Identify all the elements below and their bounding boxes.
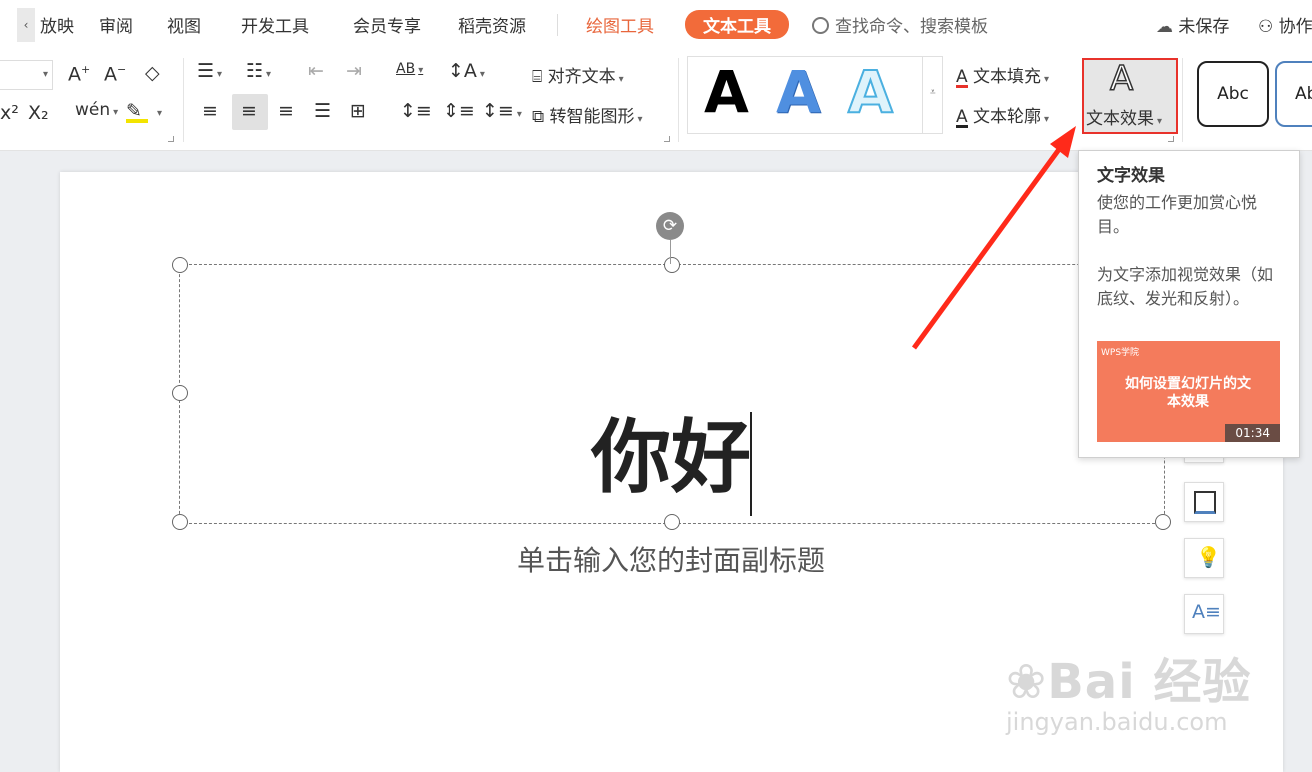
smart-shape-icon: ⧉ [532,107,545,127]
tooltip-description: 使您的工作更加赏心悦目。 [1097,193,1258,236]
ribbon: ▾ A+ A− ◇ x² X₂ wén ▾ ✎ ▾ ☰ ▾ ☷ ▾ ⇤ ⇥ AB ▾ ↕… [0,50,1312,151]
video-duration: 01:34 [1225,424,1280,442]
smart-shape-button[interactable]: ⧉ 转智能图形 ▾ [532,102,643,127]
resize-handle-left[interactable] [172,385,188,401]
bullet-list-icon[interactable]: ☰ ▾ [197,62,222,81]
video-title: 如何设置幻灯片的文本效果 [1125,376,1251,410]
wordart-preset-blue[interactable]: A [776,63,821,121]
text-cursor-icon: A≡ [1192,601,1221,623]
tab-slideshow[interactable]: 放映 [40,12,74,37]
text-fill-icon: A [956,67,968,88]
tooltip-detail: 为文字添加视觉效果（如底纹、发光和反射）。 [1097,265,1274,308]
text-direction-icon[interactable]: ↕A ▾ [448,62,485,81]
font-size-select[interactable]: ▾ [0,60,53,90]
distribute-icon[interactable]: ⊞ [350,102,366,121]
wordart-preset-outline[interactable]: A [847,62,894,122]
paw-icon: ❀ [1006,654,1048,710]
align-center-button[interactable]: ≡ [232,94,268,130]
align-right-icon[interactable]: ≡ [278,102,294,121]
wordart-preset-black[interactable]: A [704,63,749,121]
text-effect-button[interactable]: A 文本效果 ▾ [1082,58,1178,134]
resize-handle-bottom-left[interactable] [172,514,188,530]
paragraph-dialog-launcher[interactable] [664,136,670,142]
increase-font-icon[interactable]: A+ [68,64,90,84]
menu-bar: ‹ 放映 审阅 视图 开发工具 会员专享 稻壳资源 绘图工具 文本工具 查找命令… [0,0,1312,50]
annotation-arrow [911,126,1076,350]
baidu-watermark-url: jingyan.baidu.com [1006,708,1228,736]
cloud-icon: ☁ [1156,17,1173,37]
menu-divider [557,14,558,36]
text-effect-tooltip: 文字效果 使您的工作更加赏心悦目。 为文字添加视觉效果（如底纹、发光和反射）。 … [1078,150,1300,458]
side-shape-button[interactable] [1184,482,1224,522]
text-fill-label: 文本填充 [973,67,1042,87]
decrease-font-icon[interactable]: A− [104,64,126,84]
resize-handle-top-left[interactable] [172,257,188,273]
text-effect-label: 文本效果 ▾ [1086,109,1163,129]
text-fill-button[interactable]: A 文本填充 ▾ [956,62,1049,88]
tab-review[interactable]: 审阅 [99,12,133,37]
tutorial-video-thumbnail[interactable]: WPS学院 如何设置幻灯片的文本效果 01:34 [1097,341,1280,442]
tab-docer[interactable]: 稻壳资源 [458,12,526,37]
tab-text-tools[interactable]: 文本工具 [685,10,789,39]
numbered-list-icon[interactable]: ☷ ▾ [246,62,271,81]
resize-handle-top[interactable] [664,257,680,273]
align-text-icon: ⌸ [532,67,543,87]
subscript-icon[interactable]: X₂ [28,104,49,123]
superscript-icon[interactable]: x² [0,104,19,123]
text-effect-icon: A [1109,59,1134,99]
unsaved-label: 未保存 [1178,17,1230,37]
video-brand: WPS学院 [1101,348,1140,358]
collab-label: 协作 [1278,17,1312,37]
align-text-label: 对齐文本 [547,67,616,87]
justify-icon[interactable]: ☰ [314,102,331,121]
align-center-icon: ≡ [241,100,257,122]
rotate-handle-icon[interactable]: ⟳ [656,212,684,240]
user-icon: ⚇ [1258,17,1274,37]
ribbon-separator [183,58,184,142]
increase-indent-icon[interactable]: ⇥ [346,62,362,81]
clear-format-icon[interactable]: ◇ [145,64,160,83]
spacing-options-icon[interactable]: ↕≡ ▾ [482,102,522,121]
text-style-dialog-launcher[interactable] [1168,136,1174,142]
shape-style-preset-2[interactable]: Abc [1275,61,1312,127]
baidu-watermark: ❀Bai 经验 [1006,654,1252,710]
tab-member[interactable]: 会员专享 [353,12,421,37]
highlight-caret[interactable]: ▾ [157,108,162,119]
tab-developer[interactable]: 开发工具 [241,12,309,37]
search-icon [812,17,829,34]
slide-subtitle[interactable]: 单击输入您的封面副标题 [60,539,1282,579]
tab-view[interactable]: 视图 [167,12,201,37]
decrease-indent-icon[interactable]: ⇤ [308,62,324,81]
resize-handle-bottom[interactable] [664,514,680,530]
search-placeholder: 查找命令、搜索模板 [835,17,988,37]
char-spacing-icon[interactable]: AB ▾ [396,62,423,76]
text-cursor [750,412,752,516]
line-spacing-icon[interactable]: ↕≡ [400,102,432,121]
align-left-icon[interactable]: ≡ [202,102,218,121]
paragraph-spacing-icon[interactable]: ⇕≡ [443,102,475,121]
resize-handle-bottom-right[interactable] [1155,514,1171,530]
lightbulb-icon: 💡 [1196,545,1221,569]
font-dialog-launcher[interactable] [168,136,174,142]
ribbon-separator [678,58,679,142]
side-text-select-button[interactable]: A≡ [1184,594,1224,634]
phonetic-guide-icon[interactable]: wén ▾ [75,102,118,119]
tab-drawing-tools[interactable]: 绘图工具 [586,12,654,37]
unsaved-status[interactable]: ☁ 未保存 [1156,12,1229,37]
ribbon-separator [1182,58,1183,142]
shape-style-preset-1[interactable]: Abc [1197,61,1269,127]
collab-button[interactable]: ⚇ 协作 [1258,12,1312,37]
command-search[interactable]: 查找命令、搜索模板 [812,12,988,37]
tooltip-heading: 文字效果 [1097,166,1165,186]
rotate-handle-stem [670,240,671,264]
align-text-button[interactable]: ⌸ 对齐文本 ▾ [532,62,624,87]
side-idea-button[interactable]: 💡 [1184,538,1224,578]
highlight-icon[interactable]: ✎ [126,102,148,123]
shape-frame-icon [1194,491,1216,514]
smart-shape-label: 转智能图形 [549,107,635,127]
tab-scroll-left-button[interactable]: ‹ [17,8,35,42]
